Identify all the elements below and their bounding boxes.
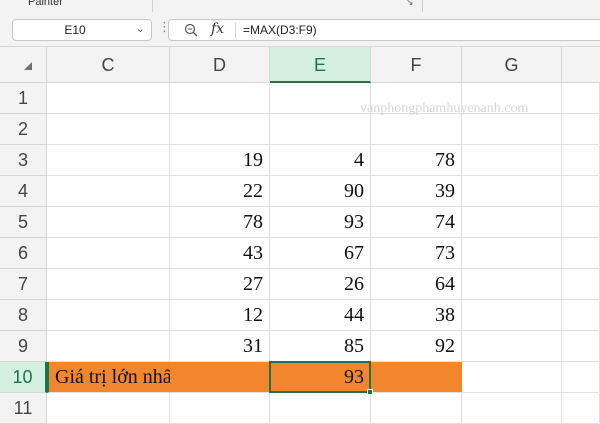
fill-handle[interactable] bbox=[367, 389, 373, 395]
cell-c11[interactable] bbox=[47, 393, 170, 424]
cell-d2[interactable] bbox=[170, 114, 270, 145]
cell-h11[interactable] bbox=[562, 393, 600, 424]
row-header-8[interactable]: 8 bbox=[0, 300, 47, 331]
cell-c1[interactable] bbox=[47, 83, 170, 114]
cell-c3[interactable] bbox=[47, 145, 170, 176]
cell-d5[interactable]: 78 bbox=[170, 207, 270, 238]
cell-g9[interactable] bbox=[462, 331, 562, 362]
cell-e9[interactable]: 85 bbox=[270, 331, 371, 362]
name-box[interactable]: E10 ⌄ bbox=[12, 19, 152, 41]
ribbon-divider bbox=[422, 0, 423, 12]
cell-c2[interactable] bbox=[47, 114, 170, 145]
zoom-icon[interactable] bbox=[183, 22, 199, 38]
cell-g10[interactable] bbox=[462, 362, 562, 393]
row-header-3[interactable]: 3 bbox=[0, 145, 47, 176]
cell-f11[interactable] bbox=[371, 393, 462, 424]
column-header-e[interactable]: E bbox=[270, 47, 371, 83]
cell-e3[interactable]: 4 bbox=[270, 145, 371, 176]
formula-input[interactable]: fx =MAX(D3:F9) bbox=[168, 19, 600, 41]
cell-g4[interactable] bbox=[462, 176, 562, 207]
result-value-cell[interactable]: 93 bbox=[270, 362, 371, 393]
cell-d3[interactable]: 19 bbox=[170, 145, 270, 176]
cell-h3[interactable] bbox=[562, 145, 600, 176]
cell-f8[interactable]: 38 bbox=[371, 300, 462, 331]
cell-g7[interactable] bbox=[462, 269, 562, 300]
cell-h9[interactable] bbox=[562, 331, 600, 362]
cell-h8[interactable] bbox=[562, 300, 600, 331]
cell-f6[interactable]: 73 bbox=[371, 238, 462, 269]
cell-c7[interactable] bbox=[47, 269, 170, 300]
cell-e5[interactable]: 93 bbox=[270, 207, 371, 238]
dialog-launcher-icon[interactable]: ↘ bbox=[406, 0, 414, 8]
formula-bar: E10 ⌄ ⋮ fx =MAX(D3:F9) bbox=[0, 12, 600, 47]
cell-d8[interactable]: 12 bbox=[170, 300, 270, 331]
cell-c5[interactable] bbox=[47, 207, 170, 238]
row-header-2[interactable]: 2 bbox=[0, 114, 47, 145]
chevron-down-icon[interactable]: ⌄ bbox=[136, 22, 145, 35]
spreadsheet-grid: C D E F G 1 2 3 4 5 6 7 8 9 10 11 19 4 78 2… bbox=[0, 47, 600, 424]
select-all-button[interactable] bbox=[0, 47, 47, 83]
row-header-6[interactable]: 6 bbox=[0, 238, 47, 269]
cell-h10[interactable] bbox=[562, 362, 600, 393]
cell-f2[interactable] bbox=[371, 114, 462, 145]
cell-f10[interactable] bbox=[371, 362, 462, 393]
cell-g3[interactable] bbox=[462, 145, 562, 176]
cell-d10[interactable] bbox=[170, 362, 270, 393]
format-painter-label[interactable]: Painter bbox=[28, 0, 63, 8]
cell-c6[interactable] bbox=[47, 238, 170, 269]
cell-c4[interactable] bbox=[47, 176, 170, 207]
formula-divider bbox=[235, 23, 236, 38]
column-header-f[interactable]: F bbox=[371, 47, 462, 83]
cell-h1[interactable] bbox=[562, 83, 600, 114]
cell-g8[interactable] bbox=[462, 300, 562, 331]
result-label-cell[interactable]: Giá trị lớn nhất bbox=[47, 362, 177, 393]
cell-d6[interactable]: 43 bbox=[170, 238, 270, 269]
cell-g5[interactable] bbox=[462, 207, 562, 238]
cell-d4[interactable]: 22 bbox=[170, 176, 270, 207]
cell-h7[interactable] bbox=[562, 269, 600, 300]
formula-text[interactable]: =MAX(D3:F9) bbox=[243, 23, 317, 37]
insert-function-icon[interactable]: fx bbox=[211, 21, 224, 37]
cell-h5[interactable] bbox=[562, 207, 600, 238]
cell-h2[interactable] bbox=[562, 114, 600, 145]
row-header-4[interactable]: 4 bbox=[0, 176, 47, 207]
row-header-11[interactable]: 11 bbox=[0, 393, 47, 424]
cell-g2[interactable] bbox=[462, 114, 562, 145]
row-header-7[interactable]: 7 bbox=[0, 269, 47, 300]
column-header-c[interactable]: C bbox=[47, 47, 170, 83]
cell-e4[interactable]: 90 bbox=[270, 176, 371, 207]
cell-e1[interactable] bbox=[270, 83, 371, 114]
cell-g11[interactable] bbox=[462, 393, 562, 424]
cell-f9[interactable]: 92 bbox=[371, 331, 462, 362]
cell-d1[interactable] bbox=[170, 83, 270, 114]
ribbon-divider bbox=[152, 0, 153, 12]
column-header-d[interactable]: D bbox=[170, 47, 270, 83]
name-box-value: E10 bbox=[64, 23, 86, 37]
select-all-icon bbox=[24, 62, 32, 70]
cell-d9[interactable]: 31 bbox=[170, 331, 270, 362]
row-header-9[interactable]: 9 bbox=[0, 331, 47, 362]
row-header-10[interactable]: 10 bbox=[0, 362, 47, 393]
column-header-g[interactable]: G bbox=[462, 47, 562, 83]
row-header-1[interactable]: 1 bbox=[0, 83, 47, 114]
cell-d11[interactable] bbox=[170, 393, 270, 424]
cell-d7[interactable]: 27 bbox=[170, 269, 270, 300]
cell-h4[interactable] bbox=[562, 176, 600, 207]
cell-e7[interactable]: 26 bbox=[270, 269, 371, 300]
cell-f5[interactable]: 74 bbox=[371, 207, 462, 238]
cell-h6[interactable] bbox=[562, 238, 600, 269]
cell-c8[interactable] bbox=[47, 300, 170, 331]
cell-e8[interactable]: 44 bbox=[270, 300, 371, 331]
watermark: vanphongphamhuyenanh.com bbox=[360, 101, 529, 116]
cell-e6[interactable]: 67 bbox=[270, 238, 371, 269]
cell-f7[interactable]: 64 bbox=[371, 269, 462, 300]
cell-e2[interactable] bbox=[270, 114, 371, 145]
column-header-h[interactable] bbox=[562, 47, 600, 83]
cell-e11[interactable] bbox=[270, 393, 371, 424]
cell-f3[interactable]: 78 bbox=[371, 145, 462, 176]
row-header-5[interactable]: 5 bbox=[0, 207, 47, 238]
cell-g6[interactable] bbox=[462, 238, 562, 269]
cell-c9[interactable] bbox=[47, 331, 170, 362]
cell-f4[interactable]: 39 bbox=[371, 176, 462, 207]
